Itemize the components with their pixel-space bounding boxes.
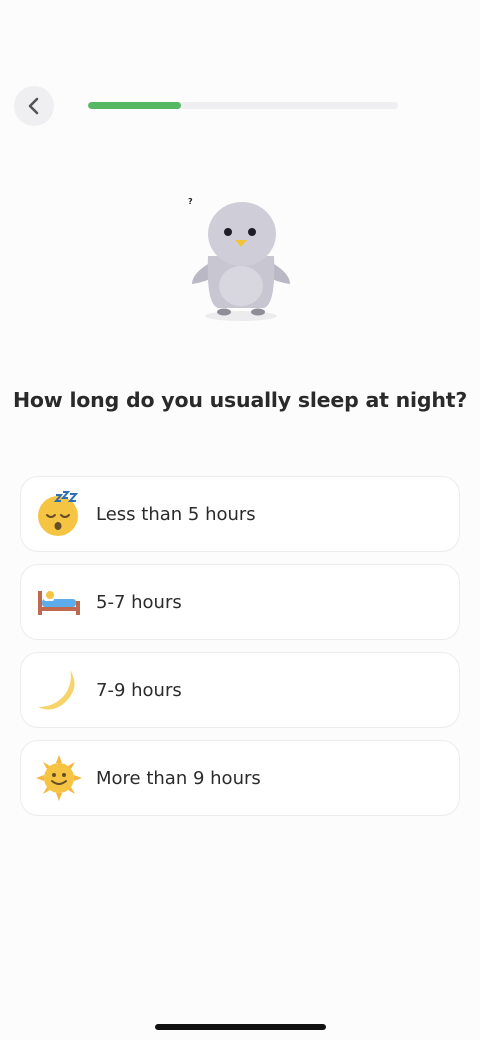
option-label: 7-9 hours — [96, 679, 182, 701]
option-label: Less than 5 hours — [96, 503, 256, 525]
sleeping-face-icon — [36, 491, 82, 537]
penguin-mascot-icon: ? — [188, 197, 290, 321]
home-indicator[interactable] — [155, 1024, 326, 1030]
option-5-7-hours[interactable]: 5-7 hours — [20, 564, 460, 640]
options-list: Less than 5 hours 5-7 hours 7-9 hours Mo… — [20, 476, 460, 828]
chevron-left-icon — [28, 97, 39, 115]
bed-icon — [36, 579, 82, 625]
option-7-9-hours[interactable]: 7-9 hours — [20, 652, 460, 728]
progress-bar — [88, 102, 398, 109]
option-less-than-5-hours[interactable]: Less than 5 hours — [20, 476, 460, 552]
option-label: More than 9 hours — [96, 767, 261, 789]
thought-mark: ? — [188, 197, 193, 206]
sun-with-face-icon — [36, 755, 82, 801]
crescent-moon-icon — [36, 667, 82, 713]
option-label: 5-7 hours — [96, 591, 182, 613]
question-title: How long do you usually sleep at night? — [12, 388, 468, 412]
back-button[interactable] — [14, 86, 54, 126]
option-more-than-9-hours[interactable]: More than 9 hours — [20, 740, 460, 816]
progress-fill — [88, 102, 181, 109]
